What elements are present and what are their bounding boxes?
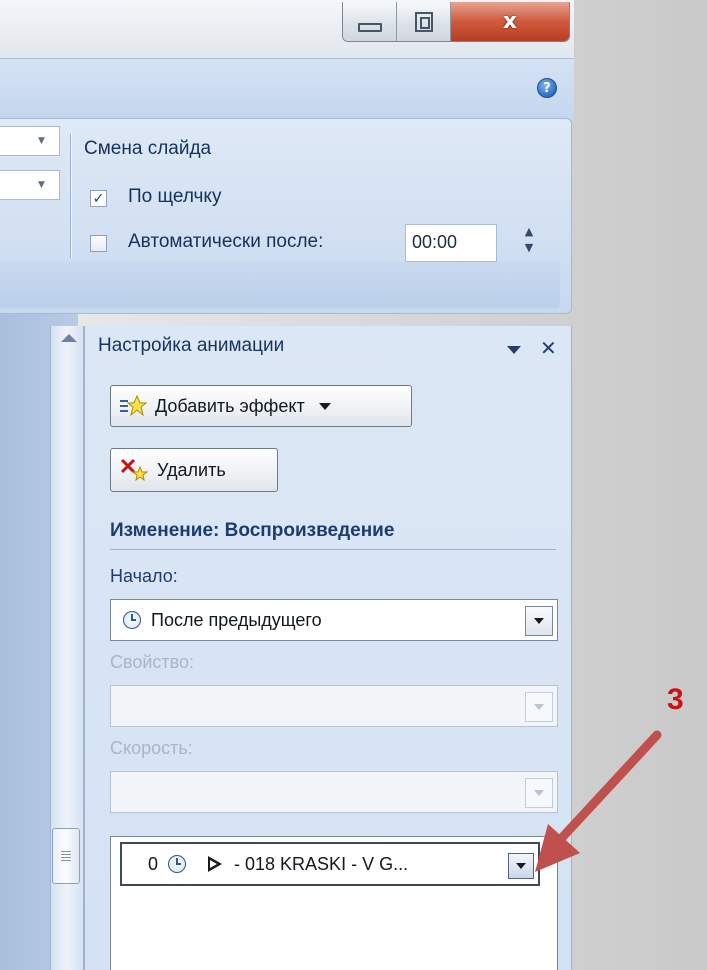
annotation-arrow xyxy=(535,730,662,872)
